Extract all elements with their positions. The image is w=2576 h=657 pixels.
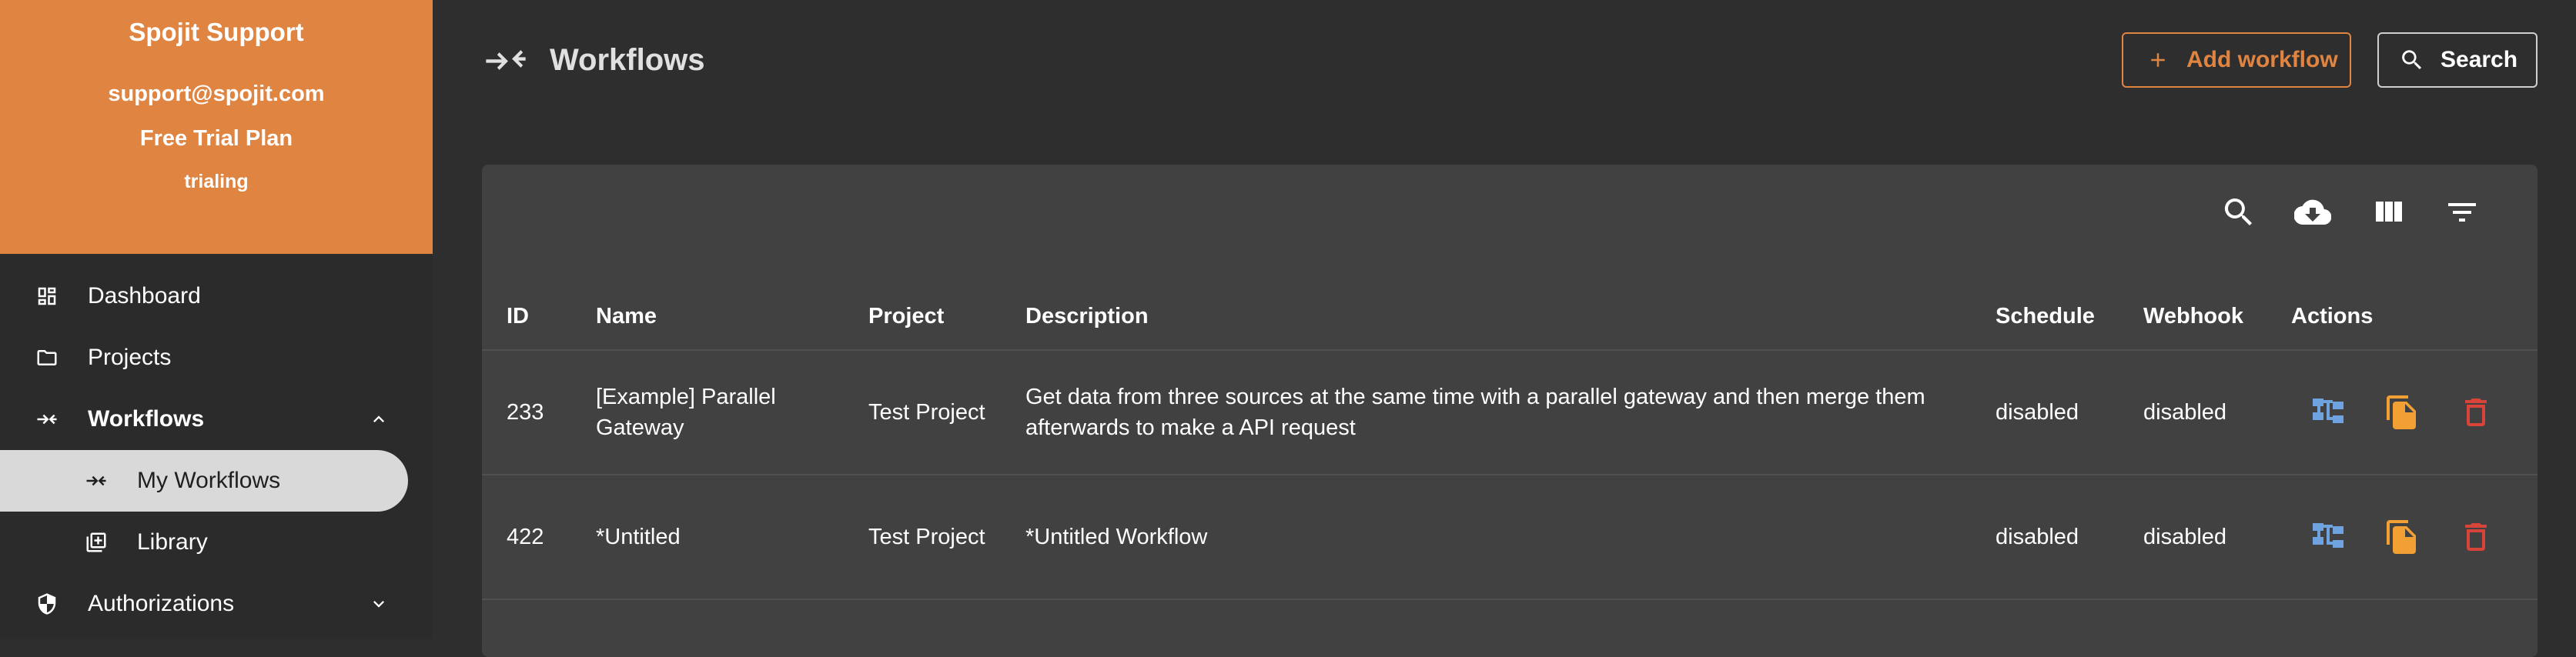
sidebar: Spojit Support support@spojit.com Free T… — [0, 0, 433, 638]
sidebar-item-label: Workflows — [88, 406, 205, 432]
column-header-actions: Actions — [2291, 304, 2374, 328]
dashboard-icon — [38, 287, 56, 305]
workflow-icon — [37, 414, 57, 425]
copy-icon[interactable] — [2384, 519, 2420, 555]
cell-project: Test Project — [868, 525, 985, 549]
column-header-schedule[interactable]: Schedule — [1996, 289, 2095, 343]
cell-webhook: disabled — [2143, 400, 2227, 425]
account-email: support@spojit.com — [108, 82, 325, 106]
cell-description: *Untitled Workflow — [1025, 525, 1208, 549]
column-header-project[interactable]: Project — [868, 289, 944, 343]
sidebar-item-my-workflows[interactable]: My Workflows — [0, 450, 408, 512]
sidebar-item-label: My Workflows — [137, 468, 281, 493]
workflow-icon — [486, 50, 526, 70]
cloud-download-icon[interactable] — [2294, 194, 2331, 231]
sidebar-item-library[interactable]: Library — [0, 512, 433, 573]
library-icon — [86, 532, 106, 552]
copy-icon[interactable] — [2384, 394, 2420, 431]
add-workflow-label: Add workflow — [2186, 47, 2338, 72]
account-panel: Spojit Support support@spojit.com Free T… — [0, 0, 433, 254]
delete-icon[interactable] — [2457, 519, 2494, 555]
column-header-webhook[interactable]: Webhook — [2143, 289, 2243, 343]
sidebar-item-dashboard[interactable]: Dashboard — [0, 265, 433, 327]
chevron-down-icon[interactable] — [368, 593, 390, 615]
chevron-up-icon[interactable] — [368, 409, 390, 430]
delete-icon[interactable] — [2457, 394, 2494, 431]
account-status: trialing — [184, 171, 249, 192]
sidebar-item-label: Dashboard — [88, 283, 201, 308]
cell-id: 233 — [507, 400, 544, 425]
sidebar-item-authorizations[interactable]: Authorizations — [0, 573, 433, 635]
cell-name: *Untitled — [596, 525, 681, 549]
cell-project: Test Project — [868, 400, 985, 425]
column-header-id[interactable]: ID — [507, 289, 529, 343]
sidebar-item-projects[interactable]: Projects — [0, 327, 433, 389]
cell-webhook: disabled — [2143, 525, 2227, 549]
workflow-icon — [86, 475, 106, 486]
search-label: Search — [2441, 47, 2518, 72]
workflows-table: ID Name Project Description Schedule Web… — [482, 165, 2538, 657]
page-title: Workflows — [550, 43, 705, 77]
filter-icon[interactable] — [2444, 194, 2481, 231]
column-header-name[interactable]: Name — [596, 289, 657, 343]
row-divider — [482, 599, 2538, 600]
search-button[interactable]: Search — [2377, 32, 2538, 88]
edit-flow-icon[interactable] — [2310, 519, 2347, 555]
cell-id: 422 — [507, 525, 544, 549]
folder-icon — [37, 350, 57, 365]
sidebar-item-label: Projects — [88, 345, 172, 370]
account-name: Spojit Support — [129, 18, 304, 46]
plus-icon — [2151, 53, 2165, 67]
table-row[interactable]: 422 *Untitled Test Project *Untitled Wor… — [482, 474, 2538, 599]
cell-schedule: disabled — [1996, 525, 2079, 549]
shield-icon — [38, 593, 56, 615]
sidebar-item-label: Authorizations — [88, 591, 235, 616]
add-workflow-button[interactable]: Add workflow — [2122, 32, 2351, 88]
cell-name: [Example] Parallel Gateway — [596, 385, 776, 440]
sidebar-item-workflows[interactable]: Workflows — [0, 389, 433, 450]
search-icon[interactable] — [2220, 194, 2257, 231]
cell-schedule: disabled — [1996, 400, 2079, 425]
column-header-description[interactable]: Description — [1025, 289, 1149, 343]
cell-description: Get data from three sources at the same … — [1025, 385, 1925, 440]
account-plan: Free Trial Plan — [139, 126, 293, 151]
edit-flow-icon[interactable] — [2310, 394, 2347, 431]
search-icon — [2402, 50, 2422, 70]
columns-icon[interactable] — [2370, 194, 2407, 231]
table-row[interactable]: 233 [Example] Parallel Gateway Test Proj… — [482, 349, 2538, 474]
sidebar-item-label: Library — [137, 529, 208, 555]
